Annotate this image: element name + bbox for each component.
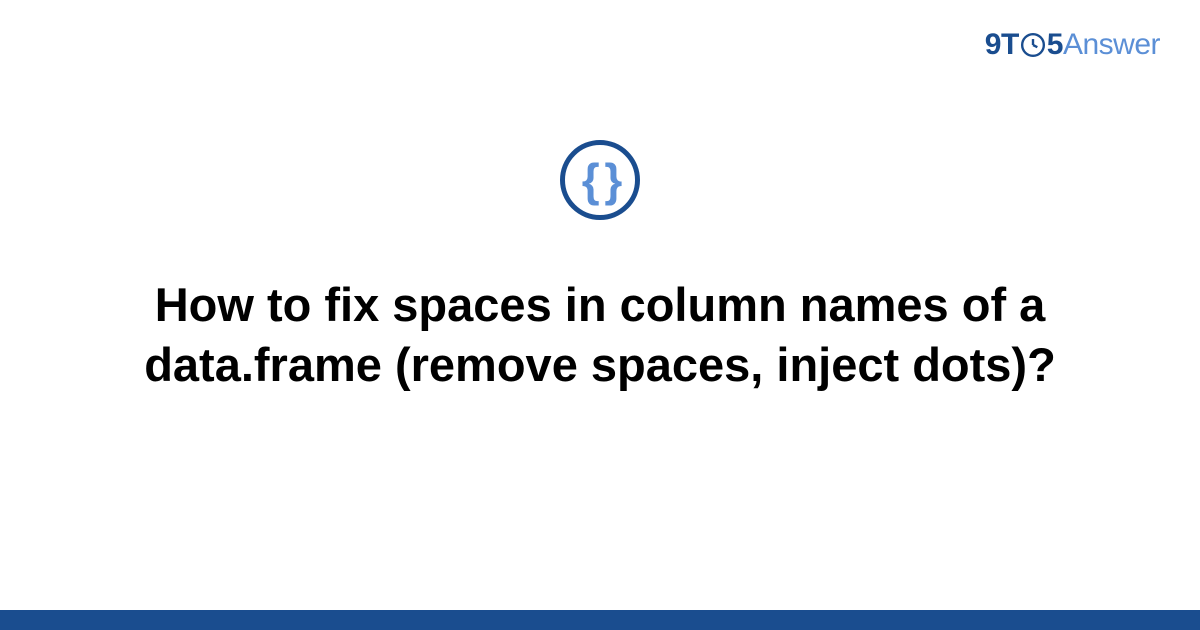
- site-logo: 9 T 5 Answer: [985, 28, 1160, 62]
- logo-five: 5: [1047, 28, 1063, 62]
- logo-nine: 9: [985, 28, 1001, 62]
- question-title: How to fix spaces in column names of a d…: [100, 275, 1100, 395]
- clock-icon: [1020, 32, 1046, 58]
- logo-t: T: [1001, 28, 1019, 62]
- footer-bar: [0, 610, 1200, 630]
- category-icon-circle: { }: [560, 140, 640, 220]
- logo-answer: Answer: [1063, 28, 1160, 62]
- main-content: { } How to fix spaces in column names of…: [0, 140, 1200, 395]
- code-braces-icon: { }: [582, 157, 619, 203]
